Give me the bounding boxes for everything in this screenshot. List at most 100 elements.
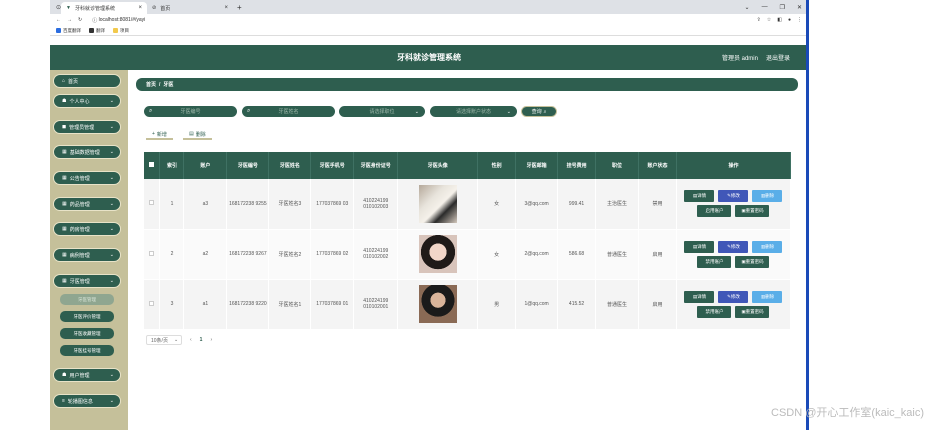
translate-icon (56, 28, 61, 33)
restore-icon[interactable]: ❐ (780, 4, 785, 11)
address-row: ← → ↻ ⓘ localhost:8081/#/yayi ⇪ ☆ ◧ ● ⋮ (50, 14, 808, 26)
chevron-down-icon: ⌄ (414, 108, 419, 115)
chevron-down-icon: ⌄ (109, 278, 114, 284)
logout-link[interactable]: 退出登录 (766, 53, 790, 62)
grid-icon: ▦ (62, 278, 67, 284)
current-page[interactable]: 1 (200, 337, 203, 343)
edit-button[interactable]: ✎ 修改 (718, 290, 749, 303)
edit-button[interactable]: ✎ 修改 (718, 190, 749, 203)
forward-arrow-icon[interactable]: → (67, 17, 72, 23)
next-page-button[interactable]: › (210, 337, 212, 343)
sidebar-item[interactable]: ▦ 基础数据管理 ⌄ (53, 145, 121, 159)
sidebar-subitem[interactable]: 牙医收藏管理 (60, 328, 114, 339)
edit-button-label: 修改 (730, 293, 740, 299)
add-button[interactable]: + 新增 (146, 130, 173, 140)
url-text: localhost:8081/#/yayi (98, 17, 146, 23)
account-status-select[interactable]: 请选择账户状态 ⌄ (430, 106, 517, 117)
close-tab-icon[interactable]: × (139, 5, 143, 11)
title-select[interactable]: 请选择职位 ⌄ (339, 106, 425, 117)
scrollbar[interactable] (806, 0, 809, 430)
column-header: 账户状态 (638, 152, 677, 179)
detail-button[interactable]: ▤ 详情 (684, 190, 715, 203)
row-checkbox[interactable] (144, 179, 161, 230)
column-header: 牙医手机号 (310, 152, 355, 179)
toggle-account-button[interactable]: 启用账户 (697, 205, 732, 218)
sidebar-item[interactable]: ▦ 药品管理 ⌄ (53, 197, 121, 211)
cell-avatar (397, 229, 479, 280)
menu-icon[interactable]: ⋮ (797, 17, 802, 23)
cell-title: 主治医生 (595, 179, 639, 230)
delete-button[interactable]: ▥ 删除 (752, 240, 783, 253)
row-checkbox[interactable] (144, 279, 161, 330)
cell-gender: 男 (477, 279, 517, 330)
sidebar-item-label: 公告管理 (69, 175, 90, 182)
sidebar-item[interactable]: ☗ 用户管理 ⌄ (53, 368, 121, 382)
page-size-select[interactable]: 10条/页 ⌄ (146, 335, 182, 345)
detail-button[interactable]: ▤ 详情 (684, 240, 715, 253)
dentist-no-input[interactable]: ⌕ 牙医编号 (144, 106, 237, 117)
admin-icon: ◼ (62, 124, 67, 130)
reload-icon[interactable]: ↻ (78, 17, 82, 23)
cell-gender: 女 (477, 229, 517, 280)
avatar (418, 184, 457, 223)
sidebar-item[interactable]: ≡ 轮播图信息 ⌄ (53, 394, 121, 408)
tab-favicon-icon: ▼ (66, 5, 71, 11)
row-checkbox[interactable] (144, 229, 161, 280)
select-all-checkbox[interactable] (144, 152, 161, 179)
sidebar-subitem[interactable]: 牙医挂号管理 (60, 345, 114, 356)
sidebar-item[interactable]: ▦ 病例管理 ⌄ (53, 248, 121, 262)
list-icon: ≡ (62, 398, 65, 404)
bookmark-item[interactable]: 翻译 (89, 28, 105, 34)
cell-phone: 177037869 01 (310, 279, 355, 330)
dentist-name-input[interactable]: ⌕ 牙医姓名 (242, 106, 335, 117)
close-tab-icon[interactable]: × (225, 5, 229, 11)
reset-password-button[interactable]: ▣ 重置密码 (735, 305, 770, 318)
reset-password-button[interactable]: ▣ 重置密码 (735, 205, 770, 218)
cell-idcard: 410224199 010102002 (353, 229, 399, 280)
cell-status: 禁用 (638, 179, 677, 230)
cell-avatar (397, 279, 479, 330)
delete-button[interactable]: ▥ 删除 (752, 190, 783, 203)
minimize-icon[interactable]: — (762, 4, 768, 11)
search-button[interactable]: 查询 ⌕ (521, 106, 557, 117)
dentist-table: 索引 账户 牙医编号 牙医姓名 牙医手机号 牙医身份证号 牙医头像 性别 牙医邮箱 挂号费用 职位账… (144, 152, 792, 330)
sidebar: ⌂ 首页 ☗ 个人中心 ⌄ ◼ 管理员管理 ⌄ ▦ 基础数据管理 ⌄ ▦ 公告管理 ⌄ ▦ 药品管理 ⌄ ▦ 药房管… (50, 70, 128, 430)
bookmark-item[interactable]: 百度翻译 (56, 28, 81, 34)
close-window-icon[interactable]: ✕ (797, 4, 802, 11)
sidebar-item[interactable]: ☗ 个人中心 ⌄ (53, 94, 121, 108)
bookmark-item[interactable]: 项目 (113, 28, 129, 34)
breadcrumb-home[interactable]: 首页 (146, 81, 156, 88)
reset-password-button[interactable]: ▣ 重置密码 (735, 255, 770, 268)
tab-home[interactable]: ⊘ 首页 × (147, 2, 233, 14)
edit-button[interactable]: ✎ 修改 (718, 240, 749, 253)
prev-page-button[interactable]: ‹ (190, 337, 192, 343)
share-icon[interactable]: ⇪ (757, 17, 761, 23)
delete-button-label: 删除 (765, 193, 775, 199)
toggle-account-button[interactable]: 禁用账户 (697, 305, 732, 318)
sidebar-item[interactable]: ◼ 管理员管理 ⌄ (53, 120, 121, 134)
chevron-down-icon: ⌄ (109, 398, 114, 404)
pagination: 10条/页 ⌄ ‹ 1 › (146, 335, 212, 345)
delete-button[interactable]: ▥ 删除 (752, 290, 783, 303)
sidebar-item[interactable]: ⌂ 首页 (53, 74, 121, 88)
window-controls: ⌄ — ❐ ✕ (745, 4, 808, 11)
detail-button[interactable]: ▤ 详情 (684, 290, 715, 303)
profile-icon[interactable]: ● (788, 17, 791, 23)
toggle-account-button[interactable]: 禁用账户 (697, 255, 732, 268)
sidebar-item[interactable]: ▦ 牙医管理 ⌄ (53, 274, 121, 288)
tab-list-icon[interactable]: ⌄ (745, 4, 750, 11)
sidebar-subitem[interactable]: 牙医评价管理 (60, 311, 114, 322)
address-bar[interactable]: ⓘ localhost:8081/#/yayi (88, 16, 750, 25)
sidebar-item[interactable]: ▦ 公告管理 ⌄ (53, 171, 121, 185)
new-tab-icon[interactable]: + (237, 3, 242, 12)
tab-dental-system[interactable]: ▼ 牙科就诊管理系统 × (61, 2, 148, 14)
sidebar-subitem[interactable]: 牙医管理 (60, 294, 114, 305)
back-arrow-icon[interactable]: ← (56, 17, 61, 23)
batch-delete-button[interactable]: ▤ 删除 (183, 130, 212, 140)
avatar (418, 235, 457, 273)
cell-dentist-name: 牙医姓名2 (268, 229, 312, 280)
sidepanel-icon[interactable]: ◧ (777, 17, 782, 23)
sidebar-item[interactable]: ▦ 药房管理 ⌄ (53, 222, 121, 236)
cell-idcard: 410224199 010102003 (353, 179, 399, 230)
star-icon[interactable]: ☆ (767, 17, 771, 23)
